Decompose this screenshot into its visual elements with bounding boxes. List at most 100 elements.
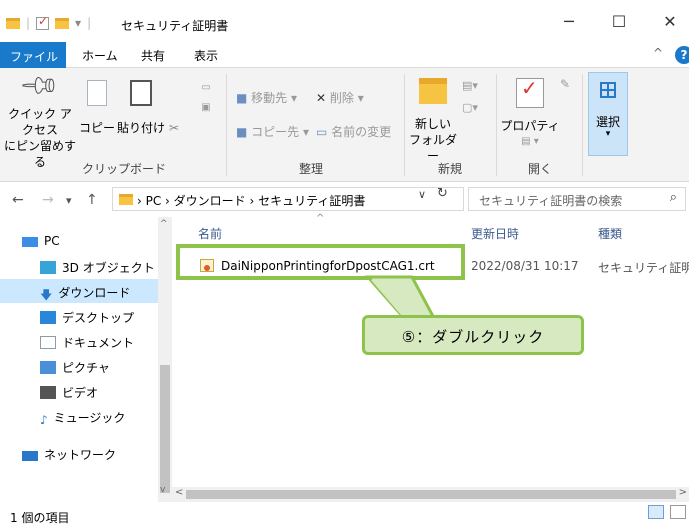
navigation-pane: PC 3D オブジェクト 🡇︎ ダウンロード デスクトップ ドキュメント ピクチャ…: [0, 217, 172, 502]
cut-icon[interactable]: ✂: [164, 120, 184, 136]
select-label: 選択: [595, 115, 620, 129]
scroll-thumb[interactable]: [160, 365, 170, 493]
column-header-type[interactable]: 種類: [598, 225, 622, 242]
scroll-down-icon[interactable]: v: [160, 485, 165, 495]
sort-caret-icon: ^: [316, 213, 325, 224]
nav-item-network[interactable]: ネットワーク: [0, 441, 158, 465]
download-arrow-icon: 🡇︎: [40, 288, 53, 302]
copy-to-button[interactable]: ■ コピー先 ▾: [236, 124, 309, 140]
separator: [496, 74, 497, 176]
nav-item-3d-objects[interactable]: 3D オブジェクト: [0, 254, 158, 278]
open-group-label: 開く: [528, 162, 553, 176]
content-hscrollbar[interactable]: < >: [172, 487, 689, 502]
pin-label-2: にピン留めする: [4, 139, 77, 169]
scroll-left-icon[interactable]: <: [175, 487, 183, 498]
nav-item-label: デスクトップ: [62, 311, 135, 325]
nav-item-documents[interactable]: ドキュメント: [0, 329, 158, 353]
rename-icon: ▭: [316, 125, 328, 139]
tab-file[interactable]: ファイル: [0, 42, 66, 68]
delete-button[interactable]: ✕ 削除 ▾: [316, 90, 364, 106]
refresh-button[interactable]: ↻: [437, 186, 448, 201]
nav-item-label: PC: [44, 234, 60, 248]
file-date: 2022/08/31 10:17: [471, 259, 579, 273]
music-note-icon: ♪: [40, 413, 48, 427]
pin-icon: 📌︎: [17, 63, 63, 109]
copy-path-icon[interactable]: ▭: [196, 80, 216, 96]
move-to-icon: ■: [236, 91, 248, 105]
folder-icon: [6, 17, 20, 29]
scroll-right-icon[interactable]: >: [679, 487, 687, 498]
item-count: 1 個の項目: [10, 511, 70, 525]
close-button[interactable]: ✕: [660, 12, 680, 31]
new-folder-label-1: 新しい: [414, 117, 451, 131]
paste-icon: [130, 80, 152, 106]
videos-icon: [40, 386, 56, 399]
select-icon: [600, 82, 616, 98]
qat-dropdown-icon[interactable]: ▾: [75, 16, 81, 30]
back-button[interactable]: ←: [12, 192, 24, 208]
paste-button[interactable]: 貼り付け: [116, 80, 166, 136]
new-group-label: 新規: [438, 162, 463, 176]
scroll-up-icon[interactable]: ^: [160, 219, 168, 229]
nav-scrollbar[interactable]: ^ v: [158, 217, 172, 502]
search-input[interactable]: セキュリティ証明書の検索 ⌕: [468, 187, 686, 211]
move-to-label: 移動先 ▾: [251, 91, 298, 105]
tab-home[interactable]: ホーム: [82, 47, 118, 70]
easy-access-icon[interactable]: ▢▾: [462, 100, 478, 116]
open-edit-icon[interactable]: ✎: [560, 76, 570, 92]
address-bar[interactable]: › PC › ダウンロード › セキュリティ証明書: [112, 187, 464, 211]
documents-icon: [40, 336, 56, 349]
copy-button[interactable]: コピー: [78, 80, 116, 136]
nav-item-label: ビデオ: [62, 386, 99, 400]
nav-item-label: ダウンロード: [58, 286, 131, 300]
column-header-date[interactable]: 更新日時: [471, 225, 519, 242]
nav-item-music[interactable]: ♪ ミュージック: [0, 404, 158, 428]
properties-dropdown-icon: ▤ ▾: [521, 136, 539, 147]
minimize-button[interactable]: ─: [559, 12, 579, 31]
status-bar: 1 個の項目: [0, 502, 689, 528]
rename-label: 名前の変更: [331, 125, 392, 139]
address-row: ← → ▾ ↑ › PC › ダウンロード › セキュリティ証明書 ∨ ↻ セキ…: [0, 183, 689, 217]
recent-locations-button[interactable]: ▾: [66, 194, 72, 207]
delete-label: 削除 ▾: [329, 91, 364, 105]
details-view-icon[interactable]: [648, 505, 664, 519]
help-icon[interactable]: ?: [675, 46, 689, 64]
properties-label: プロパティ: [500, 119, 560, 133]
pictures-icon: [40, 361, 56, 374]
nav-item-label: ピクチャ: [62, 361, 110, 375]
copy-to-icon: ■: [236, 125, 248, 139]
column-header-name[interactable]: 名前: [198, 225, 222, 242]
move-to-button[interactable]: ■ 移動先 ▾: [236, 90, 297, 106]
nav-item-videos[interactable]: ビデオ: [0, 379, 158, 403]
select-button[interactable]: 選択 ▾: [588, 82, 628, 139]
forward-button[interactable]: →: [42, 192, 54, 208]
search-icon[interactable]: ⌕: [670, 190, 677, 205]
annotation-highlight-box: [176, 244, 465, 280]
nav-item-downloads[interactable]: 🡇︎ ダウンロード: [0, 279, 158, 303]
copy-icon: [87, 80, 107, 106]
properties-button[interactable]: プロパティ ▤ ▾: [500, 78, 560, 150]
maximize-button[interactable]: ☐: [609, 12, 629, 31]
nav-item-pc[interactable]: PC: [0, 229, 158, 253]
new-folder-button[interactable]: 新しい フォルダー: [408, 78, 458, 164]
up-button[interactable]: ↑: [86, 192, 98, 208]
large-icons-view-icon[interactable]: [670, 505, 686, 519]
nav-item-pictures[interactable]: ピクチャ: [0, 354, 158, 378]
paste-shortcut-icon[interactable]: ▣: [196, 100, 216, 116]
new-folder-qat-icon[interactable]: [55, 17, 70, 29]
rename-button[interactable]: ▭ 名前の変更: [316, 124, 391, 140]
copy-to-label: コピー先 ▾: [251, 125, 310, 139]
new-item-icon[interactable]: ▤▾: [462, 78, 478, 94]
separator: |: [26, 16, 31, 30]
nav-item-desktop[interactable]: デスクトップ: [0, 304, 158, 328]
properties-qat-icon[interactable]: [36, 14, 50, 30]
collapse-ribbon-icon[interactable]: ^: [653, 46, 663, 60]
ribbon-tabs: ファイル ホーム 共有 表示 ^ ?: [0, 42, 689, 70]
delete-icon: ✕: [316, 91, 327, 105]
address-dropdown-button[interactable]: ∨: [418, 188, 426, 201]
hscroll-thumb[interactable]: [186, 490, 676, 499]
tab-view[interactable]: 表示: [194, 47, 218, 64]
tab-share[interactable]: 共有: [141, 47, 165, 64]
pin-quick-access-button[interactable]: 📌︎ クイック アクセス にピン留めする: [4, 64, 77, 170]
quick-access-toolbar: | ▾ |: [6, 14, 91, 30]
